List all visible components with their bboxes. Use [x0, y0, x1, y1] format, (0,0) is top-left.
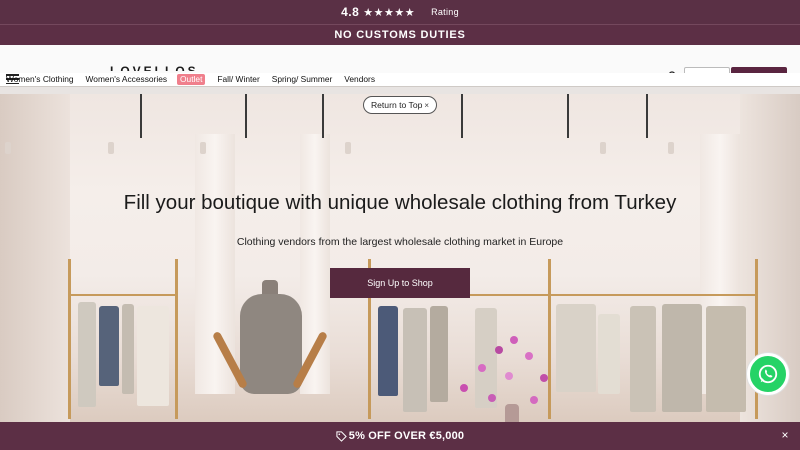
hero-title: Fill your boutique with unique wholesale… — [123, 191, 677, 214]
hero-banner — [0, 94, 800, 422]
hanging-garment — [78, 302, 96, 407]
site-header: LOVELLOS — [0, 45, 800, 75]
promo-text: 5% OFF OVER €5,000 — [348, 430, 465, 442]
clothing-rack-post — [175, 259, 178, 419]
nav-item-outlet[interactable]: Outlet — [177, 74, 206, 85]
hanging-garment — [99, 306, 119, 386]
nav-divider — [0, 86, 800, 94]
clothing-rack-post — [68, 259, 71, 419]
site-logo[interactable]: LOVELLOS — [110, 65, 199, 71]
ceiling-light — [600, 142, 606, 154]
close-icon[interactable]: × — [424, 101, 429, 110]
ceiling-rod — [322, 94, 324, 138]
rating-score: 4.8 — [341, 5, 360, 19]
hanging-garment — [598, 314, 620, 394]
ceiling-rod — [646, 94, 648, 138]
nav-item-spring-summer[interactable]: Spring/ Summer — [272, 74, 333, 85]
hanging-garment — [556, 304, 596, 392]
return-to-top-button[interactable]: Return to Top × — [363, 96, 437, 114]
ceiling-rod — [245, 94, 247, 138]
clothing-rack-post — [755, 259, 758, 419]
ceiling-light — [5, 142, 11, 154]
hero-subtitle: Clothing vendors from the largest wholes… — [236, 236, 564, 248]
customs-announcement-bar: NO CUSTOMS DUTIES — [0, 24, 800, 45]
mannequin — [240, 294, 302, 394]
ceiling-light — [108, 142, 114, 154]
hanging-garment — [706, 306, 746, 412]
flower-vase — [450, 324, 560, 422]
main-nav: Women's Clothing Women's Accessories Out… — [0, 73, 800, 86]
return-to-top-label: Return to Top — [370, 100, 423, 110]
flower — [495, 346, 503, 354]
ceiling-rod — [461, 94, 463, 138]
nav-item-womens-accessories[interactable]: Women's Accessories — [86, 74, 168, 85]
hanging-garment — [662, 304, 702, 412]
hanging-garment — [122, 304, 134, 394]
nav-item-fall-winter[interactable]: Fall/ Winter — [217, 74, 259, 85]
hanging-garment — [630, 306, 656, 412]
flower — [460, 384, 468, 392]
hanging-garment — [430, 306, 448, 402]
ceiling-light — [200, 142, 206, 154]
nav-item-vendors[interactable]: Vendors — [344, 74, 375, 85]
hanging-garment — [137, 306, 169, 406]
ceiling-light — [668, 142, 674, 154]
nav-items: Women's Clothing Women's Accessories Out… — [6, 73, 387, 86]
rating-label: Rating — [431, 7, 459, 17]
flower — [530, 396, 538, 404]
flower — [525, 352, 533, 360]
flower — [510, 336, 518, 344]
promo-content[interactable]: 5% OFF OVER €5,000 — [336, 430, 464, 442]
promo-bar: 5% OFF OVER €5,000 × — [0, 422, 800, 450]
whatsapp-icon — [758, 364, 778, 384]
ceiling-rod — [140, 94, 142, 138]
hanging-garment — [403, 308, 427, 412]
hanging-garment — [378, 306, 398, 396]
nav-item-womens-clothing[interactable]: Women's Clothing — [6, 74, 74, 85]
rating-bar: 4.8 ★★★★★ Rating — [0, 0, 800, 24]
vase — [505, 404, 519, 422]
ceiling-light — [345, 142, 351, 154]
whatsapp-button[interactable] — [747, 353, 789, 395]
close-icon[interactable]: × — [779, 429, 791, 441]
flower — [540, 374, 548, 382]
flower — [478, 364, 486, 372]
customs-text: NO CUSTOMS DUTIES — [334, 29, 466, 41]
flower — [505, 372, 513, 380]
clothing-rack-bar — [68, 294, 178, 296]
star-icons: ★★★★★ — [363, 6, 416, 19]
sign-up-button[interactable]: Sign Up to Shop — [330, 268, 470, 298]
ceiling-rod — [567, 94, 569, 138]
tag-icon — [336, 430, 347, 442]
flower — [488, 394, 496, 402]
